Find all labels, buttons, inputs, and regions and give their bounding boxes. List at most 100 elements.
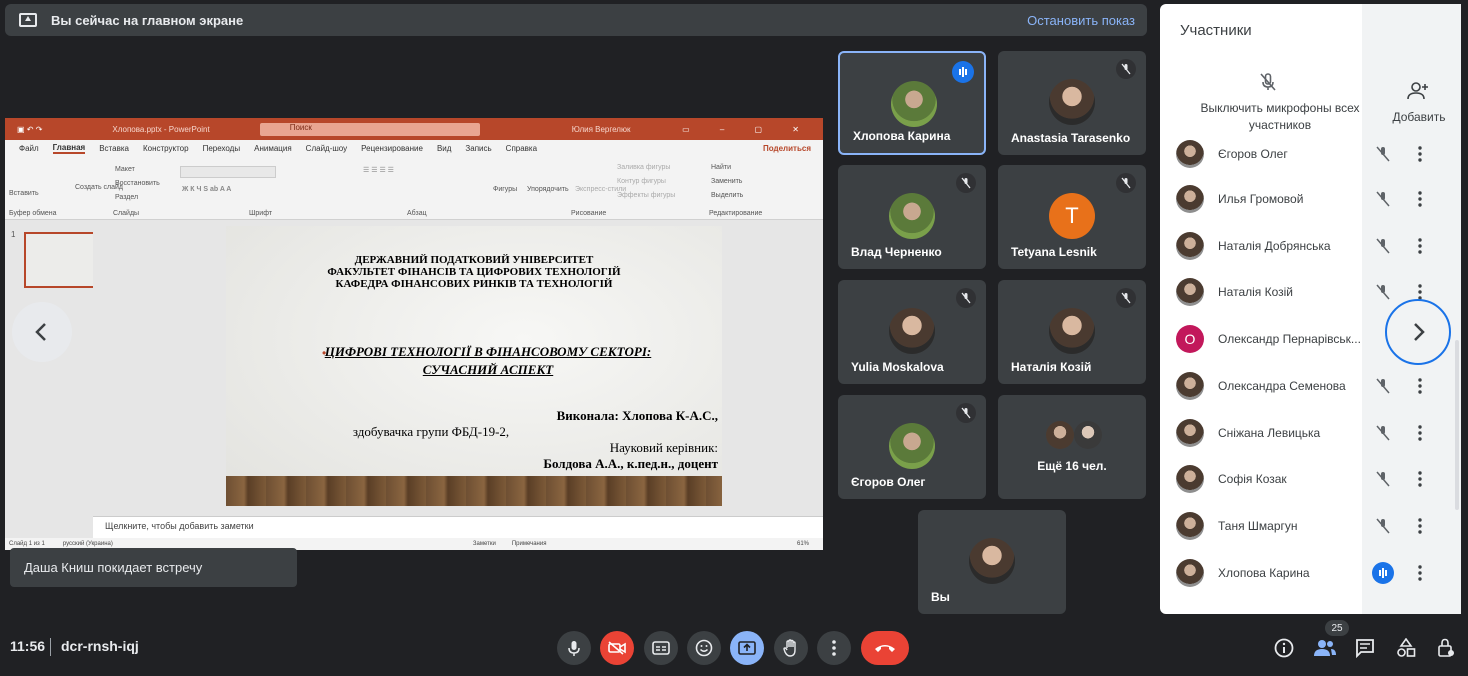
leave-call-button[interactable] <box>861 631 909 665</box>
more-options-icon[interactable] <box>1412 562 1428 584</box>
participant-tile[interactable]: Влад Черненко <box>838 165 986 269</box>
host-controls-button[interactable] <box>1434 636 1458 660</box>
list-item[interactable]: Хлопова Карина <box>1160 550 1461 596</box>
participant-tile[interactable]: Yulia Moskalova <box>838 280 986 384</box>
more-options-icon[interactable] <box>1412 188 1428 210</box>
emoji-button[interactable] <box>687 631 721 665</box>
mute-all-button[interactable]: Выключить микрофоны всех участников <box>1180 100 1380 134</box>
participants-button[interactable] <box>1313 636 1337 660</box>
presenting-banner: Вы сейчас на главном экране Остановить п… <box>5 4 1147 36</box>
slide-author: Виконала: Хлопова К-А.С., <box>556 408 718 423</box>
ppt-window-controls[interactable]: ▭ – ▢ ✕ <box>682 125 813 134</box>
self-tile[interactable]: Вы <box>918 510 1066 614</box>
ribbon-item[interactable]: Восстановить <box>115 180 160 187</box>
ribbon-group-label: Буфер обмена <box>9 210 57 217</box>
ppt-tab[interactable]: Справка <box>506 144 537 153</box>
ribbon-item[interactable]: Раздел <box>115 194 138 201</box>
list-item[interactable]: Софія Козак <box>1160 456 1461 502</box>
ribbon-item[interactable]: Эффекты фигуры <box>617 192 675 199</box>
ribbon-item[interactable]: Макет <box>115 166 135 173</box>
avatar <box>889 193 935 239</box>
participant-name: Anastasia Tarasenko <box>1011 131 1131 145</box>
ribbon-group-label: Абзац <box>407 210 427 217</box>
status-notes-button[interactable]: Заметки <box>473 541 496 547</box>
participant-name: Єгоров Олег <box>1218 147 1288 161</box>
raise-hand-button[interactable] <box>774 631 808 665</box>
more-options-icon[interactable] <box>1412 468 1428 490</box>
participant-tile[interactable]: T Tetyana Lesnik <box>998 165 1146 269</box>
more-options-icon[interactable] <box>1412 422 1428 444</box>
font-family-select[interactable] <box>180 166 276 178</box>
list-item[interactable]: Таня Шмаргун <box>1160 503 1461 549</box>
ppt-tab-home[interactable]: Главная <box>52 143 86 154</box>
previous-button[interactable] <box>12 302 72 362</box>
more-options-icon[interactable] <box>1412 375 1428 397</box>
status-zoom[interactable]: 61% <box>797 541 809 547</box>
scrollbar[interactable] <box>1455 340 1459 510</box>
ppt-tab[interactable]: Рецензирование <box>361 144 423 153</box>
more-options-icon[interactable] <box>1412 235 1428 257</box>
status-comments-button[interactable]: Примечания <box>512 541 547 547</box>
participant-tile[interactable]: Хлопова Карина <box>838 51 986 155</box>
participant-name: Yulia Moskalova <box>851 360 944 374</box>
ribbon-group-label: Рисование <box>571 210 607 217</box>
ppt-tab[interactable]: Файл <box>19 144 39 153</box>
list-item[interactable]: Илья Громовой <box>1160 176 1461 222</box>
mic-off-icon <box>1116 173 1136 193</box>
participant-name: Tetyana Lesnik <box>1011 245 1097 259</box>
next-button[interactable] <box>1385 299 1451 365</box>
more-participants-tile[interactable]: Ещё 16 чел. <box>998 395 1146 499</box>
camera-button[interactable] <box>600 631 634 665</box>
present-button[interactable] <box>730 631 764 665</box>
participant-tile[interactable]: Єгоров Олег <box>838 395 986 499</box>
ribbon-item[interactable]: Вставить <box>9 190 39 197</box>
mic-off-icon[interactable] <box>1372 235 1394 257</box>
meeting-details-button[interactable] <box>1272 636 1296 660</box>
status-lang: русский (Украина) <box>62 541 113 547</box>
more-options-icon[interactable] <box>1412 515 1428 537</box>
ribbon-item[interactable]: Контур фигуры <box>617 178 666 185</box>
mic-off-icon[interactable] <box>1372 188 1394 210</box>
participant-tile[interactable]: Наталія Козій <box>998 280 1146 384</box>
notes-area[interactable]: Щелкните, чтобы добавить заметки <box>93 516 823 538</box>
captions-button[interactable] <box>644 631 678 665</box>
ppt-tab[interactable]: Конструктор <box>143 144 189 153</box>
ppt-search[interactable]: Поиск <box>259 122 480 136</box>
ribbon-item[interactable]: Упорядочить <box>527 186 569 193</box>
add-button[interactable]: Добавить <box>1386 110 1452 124</box>
ppt-tabs: Файл Главная Вставка Конструктор Переход… <box>5 140 823 156</box>
more-options-icon[interactable] <box>1412 143 1428 165</box>
paragraph-icons[interactable]: ☰ ☰ ☰ ☰ <box>363 166 394 174</box>
more-options-button[interactable] <box>817 631 851 665</box>
list-item[interactable]: Наталія Добрянська <box>1160 223 1461 269</box>
list-item[interactable]: Олександра Семенова <box>1160 363 1461 409</box>
participant-tile[interactable]: Anastasia Tarasenko <box>998 51 1146 155</box>
ppt-share-button[interactable]: Поделиться <box>763 144 811 153</box>
ribbon-item[interactable]: Фигуры <box>493 186 517 193</box>
mic-off-icon[interactable] <box>1372 143 1394 165</box>
microphone-button[interactable] <box>557 631 591 665</box>
ppt-tab[interactable]: Вставка <box>99 144 129 153</box>
ribbon-item[interactable]: Найти <box>711 164 731 171</box>
ribbon-item[interactable]: Заменить <box>711 178 742 185</box>
divider <box>50 638 51 656</box>
mic-icon <box>568 641 580 656</box>
list-item[interactable]: Сніжана Левицька <box>1160 410 1461 456</box>
mic-off-icon[interactable] <box>1372 515 1394 537</box>
activities-button[interactable] <box>1394 636 1418 660</box>
ppt-tab[interactable]: Вид <box>437 144 451 153</box>
ribbon-item[interactable]: Заливка фигуры <box>617 164 670 171</box>
mic-off-icon[interactable] <box>1372 468 1394 490</box>
stop-presenting-button[interactable]: Остановить показ <box>1027 13 1135 28</box>
mic-off-icon[interactable] <box>1372 375 1394 397</box>
ppt-tab[interactable]: Запись <box>465 144 491 153</box>
font-format-icons[interactable]: Ж К Ч S ab A A <box>182 186 231 193</box>
list-item[interactable]: Єгоров Олег <box>1160 131 1461 177</box>
chat-button[interactable] <box>1353 636 1377 660</box>
mic-off-icon[interactable] <box>1372 281 1394 303</box>
ppt-tab[interactable]: Анимация <box>254 144 292 153</box>
ppt-tab[interactable]: Переходы <box>203 144 241 153</box>
ppt-tab[interactable]: Слайд-шоу <box>306 144 347 153</box>
mic-off-icon[interactable] <box>1372 422 1394 444</box>
ribbon-item[interactable]: Выделить <box>711 192 743 199</box>
